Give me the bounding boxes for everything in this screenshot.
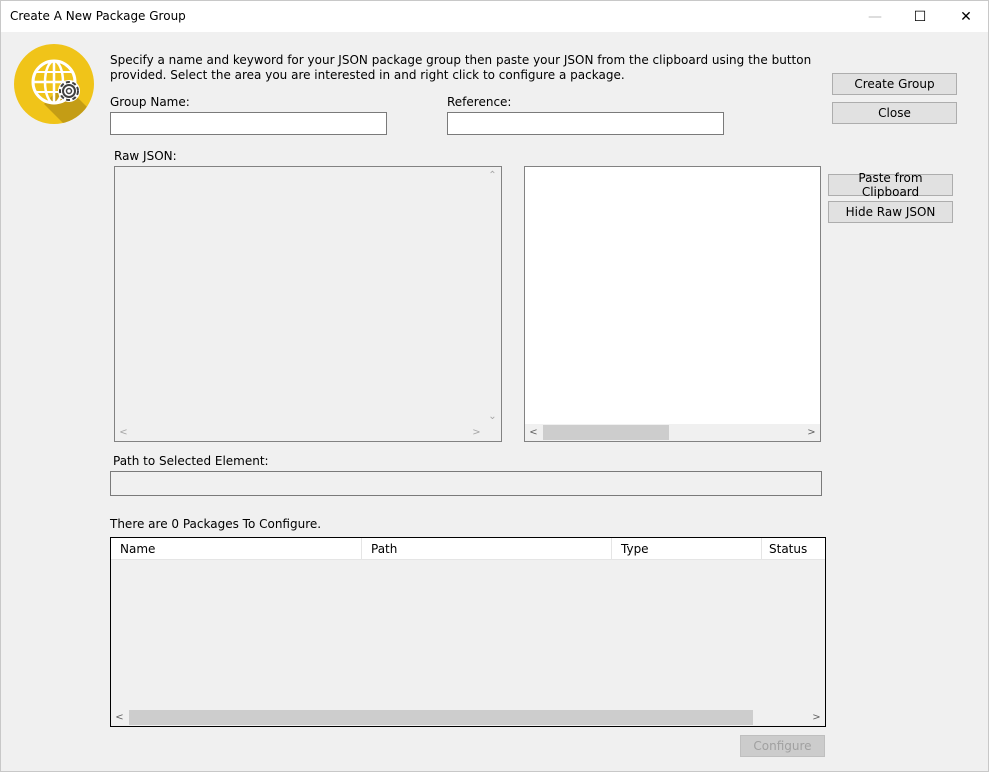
column-header-path[interactable]: Path [362, 538, 612, 560]
create-group-button[interactable]: Create Group [832, 73, 957, 95]
scrollbar-thumb[interactable] [129, 710, 753, 725]
scroll-right-icon[interactable]: > [803, 424, 820, 441]
raw-json-horizontal-scrollbar[interactable]: < > [115, 424, 485, 441]
scroll-right-icon[interactable]: > [468, 424, 485, 441]
reference-label: Reference: [447, 95, 512, 109]
globe-gear-icon [14, 44, 94, 124]
scroll-left-icon[interactable]: < [525, 424, 542, 441]
close-window-icon[interactable]: ✕ [943, 1, 989, 32]
scroll-left-icon[interactable]: < [111, 709, 128, 726]
scrollbar-thumb[interactable] [543, 425, 669, 440]
path-textbox [110, 471, 822, 496]
title-bar[interactable]: Create A New Package Group — ☐ ✕ [1, 1, 988, 32]
list-header: Name Path Type Status [111, 538, 825, 560]
close-button[interactable]: Close [832, 102, 957, 124]
scroll-right-icon[interactable]: > [808, 709, 825, 726]
hide-raw-json-button[interactable]: Hide Raw JSON [828, 201, 953, 223]
minimize-icon[interactable]: — [852, 1, 898, 32]
paste-from-clipboard-button[interactable]: Paste from Clipboard [828, 171, 953, 199]
scroll-up-icon[interactable]: ⌃ [484, 167, 501, 184]
raw-json-label: Raw JSON: [114, 149, 177, 163]
column-header-status[interactable]: Status [762, 538, 825, 560]
create-package-group-window: Create A New Package Group — ☐ ✕ Specify… [0, 0, 989, 772]
path-label: Path to Selected Element: [113, 454, 269, 468]
list-horizontal-scrollbar[interactable]: < > [111, 709, 825, 726]
raw-json-vertical-scrollbar[interactable]: ⌃ ⌄ [484, 167, 501, 425]
packages-list-view[interactable]: Name Path Type Status < > [110, 537, 826, 727]
scroll-left-icon[interactable]: < [115, 424, 132, 441]
reference-input[interactable] [447, 112, 724, 135]
maximize-icon[interactable]: ☐ [897, 1, 943, 32]
tree-horizontal-scrollbar[interactable]: < > [525, 424, 820, 441]
instructions-text: Specify a name and keyword for your JSON… [110, 53, 812, 82]
package-count-text: There are 0 Packages To Configure. [110, 517, 322, 531]
group-name-input[interactable] [110, 112, 387, 135]
group-name-label: Group Name: [110, 95, 190, 109]
column-header-name[interactable]: Name [111, 538, 362, 560]
raw-json-textarea[interactable]: ⌃ ⌄ < > [114, 166, 502, 442]
column-header-type[interactable]: Type [612, 538, 762, 560]
json-tree-view[interactable]: < > [524, 166, 821, 442]
scroll-down-icon[interactable]: ⌄ [484, 408, 501, 425]
window-title: Create A New Package Group [10, 9, 186, 23]
configure-button[interactable]: Configure [740, 735, 825, 757]
